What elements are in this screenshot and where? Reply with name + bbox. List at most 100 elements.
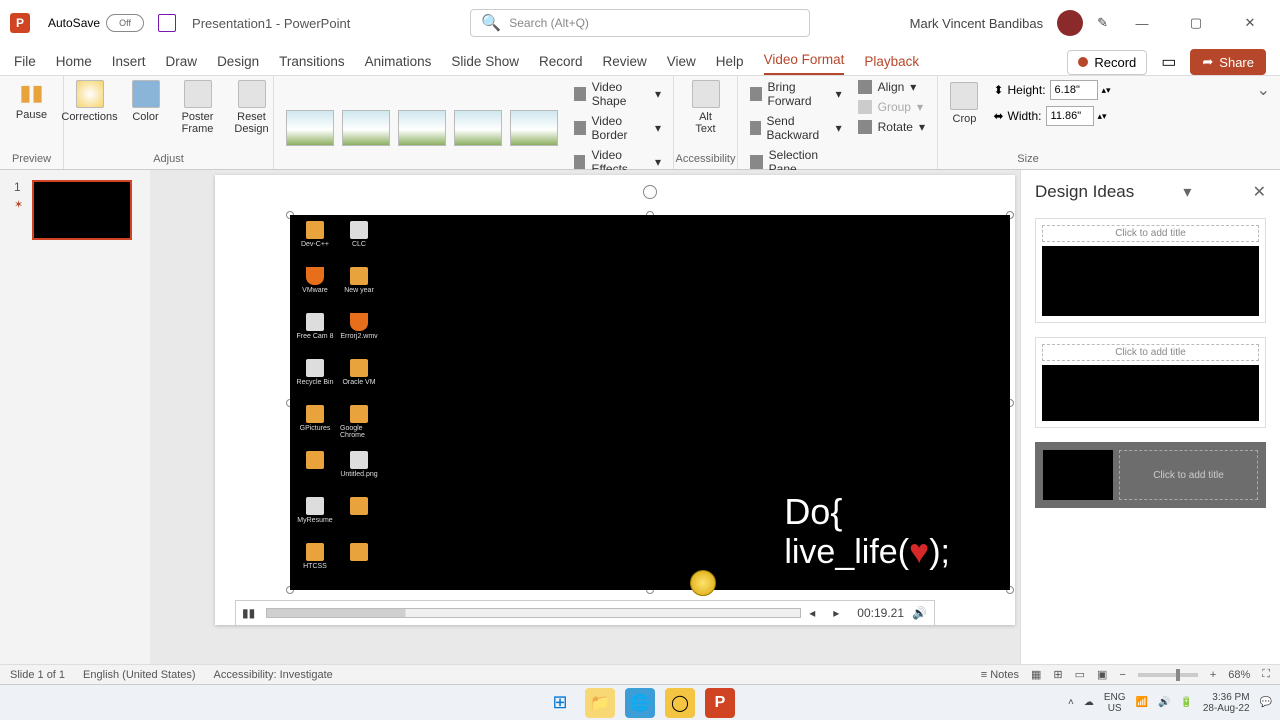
wifi-icon[interactable]: 📶 bbox=[1135, 697, 1147, 708]
pane-menu-icon[interactable]: ▾ bbox=[1183, 182, 1191, 202]
clock[interactable]: 3:36 PM28-Aug-22 bbox=[1203, 692, 1250, 714]
start-button[interactable]: ⊞ bbox=[545, 688, 575, 718]
send-backward-button[interactable]: Send Backward▾ bbox=[750, 114, 842, 142]
tab-design[interactable]: Design bbox=[217, 54, 259, 75]
slide-canvas[interactable]: Dev-C++CLCVMwareNew yearFree Cam 8Errorj… bbox=[150, 170, 1020, 664]
video-style-thumb[interactable] bbox=[510, 110, 558, 146]
tab-animations[interactable]: Animations bbox=[365, 54, 432, 75]
video-style-thumb[interactable] bbox=[342, 110, 390, 146]
group-button[interactable]: Group▾ bbox=[858, 100, 925, 114]
volume-button[interactable]: 🔊 bbox=[912, 606, 928, 620]
minimize-button[interactable]: — bbox=[1122, 9, 1162, 37]
tab-file[interactable]: File bbox=[14, 54, 36, 75]
language-status[interactable]: English (United States) bbox=[83, 669, 196, 681]
tab-home[interactable]: Home bbox=[56, 54, 92, 75]
record-button[interactable]: Record bbox=[1067, 50, 1147, 75]
search-input[interactable]: 🔍 Search (Alt+Q) bbox=[470, 9, 810, 37]
reset-design-button[interactable]: Reset Design bbox=[231, 80, 273, 135]
sorter-view-icon[interactable]: ⊞ bbox=[1053, 668, 1062, 681]
accessibility-status[interactable]: Accessibility: Investigate bbox=[214, 669, 333, 681]
video-style-thumb[interactable] bbox=[454, 110, 502, 146]
step-forward-button[interactable]: ▸ bbox=[833, 606, 849, 620]
stepper-icon[interactable]: ▴▾ bbox=[1102, 85, 1111, 96]
tab-insert[interactable]: Insert bbox=[112, 54, 146, 75]
slideshow-view-icon[interactable]: ▣ bbox=[1097, 668, 1107, 681]
tab-draw[interactable]: Draw bbox=[166, 54, 198, 75]
tab-playback[interactable]: Playback bbox=[864, 54, 919, 75]
alt-text-button[interactable]: Alt Text bbox=[681, 80, 731, 135]
battery-icon[interactable]: 🔋 bbox=[1180, 697, 1192, 708]
close-button[interactable]: ✕ bbox=[1230, 9, 1270, 37]
notes-button[interactable]: ≡ Notes bbox=[981, 669, 1019, 681]
save-icon[interactable] bbox=[158, 14, 176, 32]
group-accessibility: Accessibility bbox=[676, 153, 736, 167]
video-style-thumb[interactable] bbox=[398, 110, 446, 146]
video-border-button[interactable]: Video Border▾ bbox=[574, 114, 661, 142]
corrections-button[interactable]: Corrections bbox=[65, 80, 115, 123]
zoom-out-button[interactable]: − bbox=[1119, 669, 1125, 681]
group-icon bbox=[858, 100, 872, 114]
onedrive-icon[interactable]: ☁ bbox=[1084, 697, 1094, 708]
zoom-in-button[interactable]: + bbox=[1210, 669, 1216, 681]
pen-icon[interactable]: ✎ bbox=[1097, 15, 1108, 31]
fit-window-icon[interactable]: ⛶ bbox=[1262, 668, 1270, 681]
design-idea-card[interactable]: Click to add title bbox=[1035, 337, 1266, 428]
present-mode-icon[interactable]: ▭ bbox=[1161, 52, 1176, 72]
tray-chevron-icon[interactable]: ˄ bbox=[1068, 697, 1074, 708]
language-indicator[interactable]: ENGUS bbox=[1104, 692, 1126, 714]
rotate-handle[interactable] bbox=[643, 185, 657, 199]
pause-button[interactable]: ▮▮Pause bbox=[7, 80, 57, 121]
share-button[interactable]: ➦Share bbox=[1190, 49, 1266, 75]
slide-counter[interactable]: Slide 1 of 1 bbox=[10, 669, 65, 681]
normal-view-icon[interactable]: ▦ bbox=[1031, 668, 1041, 681]
user-name[interactable]: Mark Vincent Bandibas bbox=[910, 16, 1043, 31]
video-object[interactable]: Dev-C++CLCVMwareNew yearFree Cam 8Errorj… bbox=[290, 215, 1010, 590]
bring-forward-button[interactable]: Bring Forward▾ bbox=[750, 80, 842, 108]
tab-record[interactable]: Record bbox=[539, 54, 583, 75]
collapse-ribbon-icon[interactable]: ⌄ bbox=[1247, 76, 1280, 169]
powerpoint-taskbar-icon[interactable]: P bbox=[705, 688, 735, 718]
step-back-button[interactable]: ◂ bbox=[809, 606, 825, 620]
design-idea-card[interactable]: Click to add title bbox=[1035, 442, 1266, 508]
tab-help[interactable]: Help bbox=[716, 54, 744, 75]
video-text-line1: Do{ bbox=[784, 491, 950, 533]
search-icon: 🔍 bbox=[481, 13, 501, 33]
avatar[interactable] bbox=[1057, 10, 1083, 36]
design-idea-card[interactable]: Click to add title bbox=[1035, 218, 1266, 323]
tab-transitions[interactable]: Transitions bbox=[279, 54, 345, 75]
tab-review[interactable]: Review bbox=[603, 54, 647, 75]
maximize-button[interactable]: ▢ bbox=[1176, 9, 1216, 37]
autosave-toggle[interactable]: Off bbox=[106, 14, 144, 32]
zoom-slider[interactable] bbox=[1138, 673, 1198, 677]
rotate-label: Rotate bbox=[878, 120, 913, 134]
poster-frame-button[interactable]: Poster Frame bbox=[177, 80, 219, 135]
reading-view-icon[interactable]: ▭ bbox=[1075, 668, 1085, 681]
slide-number: 1 bbox=[14, 180, 21, 194]
file-explorer-icon[interactable]: 📁 bbox=[585, 688, 615, 718]
rotate-button[interactable]: Rotate▾ bbox=[858, 120, 925, 134]
notifications-icon[interactable]: 💬 bbox=[1260, 697, 1272, 708]
close-pane-button[interactable]: ✕ bbox=[1253, 182, 1266, 202]
effects-icon bbox=[574, 155, 585, 169]
tab-video-format[interactable]: Video Format bbox=[764, 52, 845, 75]
zoom-percent[interactable]: 68% bbox=[1228, 669, 1250, 681]
height-input[interactable]: 6.18" bbox=[1050, 80, 1098, 100]
video-progress-bar[interactable] bbox=[266, 608, 801, 618]
stepper-icon[interactable]: ▴▾ bbox=[1098, 111, 1107, 122]
video-styles-gallery[interactable] bbox=[286, 110, 558, 146]
tab-slideshow[interactable]: Slide Show bbox=[451, 54, 519, 75]
slide-thumbnail[interactable]: 1 ✶ bbox=[32, 180, 132, 240]
crop-button[interactable]: Crop bbox=[945, 82, 983, 125]
heart-icon: ♥ bbox=[909, 533, 929, 571]
chrome-icon[interactable]: ◯ bbox=[665, 688, 695, 718]
tab-view[interactable]: View bbox=[667, 54, 696, 75]
width-input[interactable]: 11.86" bbox=[1046, 106, 1094, 126]
video-shape-button[interactable]: Video Shape▾ bbox=[574, 80, 661, 108]
volume-tray-icon[interactable]: 🔊 bbox=[1158, 697, 1170, 708]
edge-icon[interactable]: 🌐 bbox=[625, 688, 655, 718]
pause-playback-button[interactable]: ▮▮ bbox=[242, 606, 258, 620]
selection-icon bbox=[750, 155, 763, 169]
video-style-thumb[interactable] bbox=[286, 110, 334, 146]
color-button[interactable]: Color bbox=[127, 80, 165, 123]
align-button[interactable]: Align▾ bbox=[858, 80, 925, 94]
